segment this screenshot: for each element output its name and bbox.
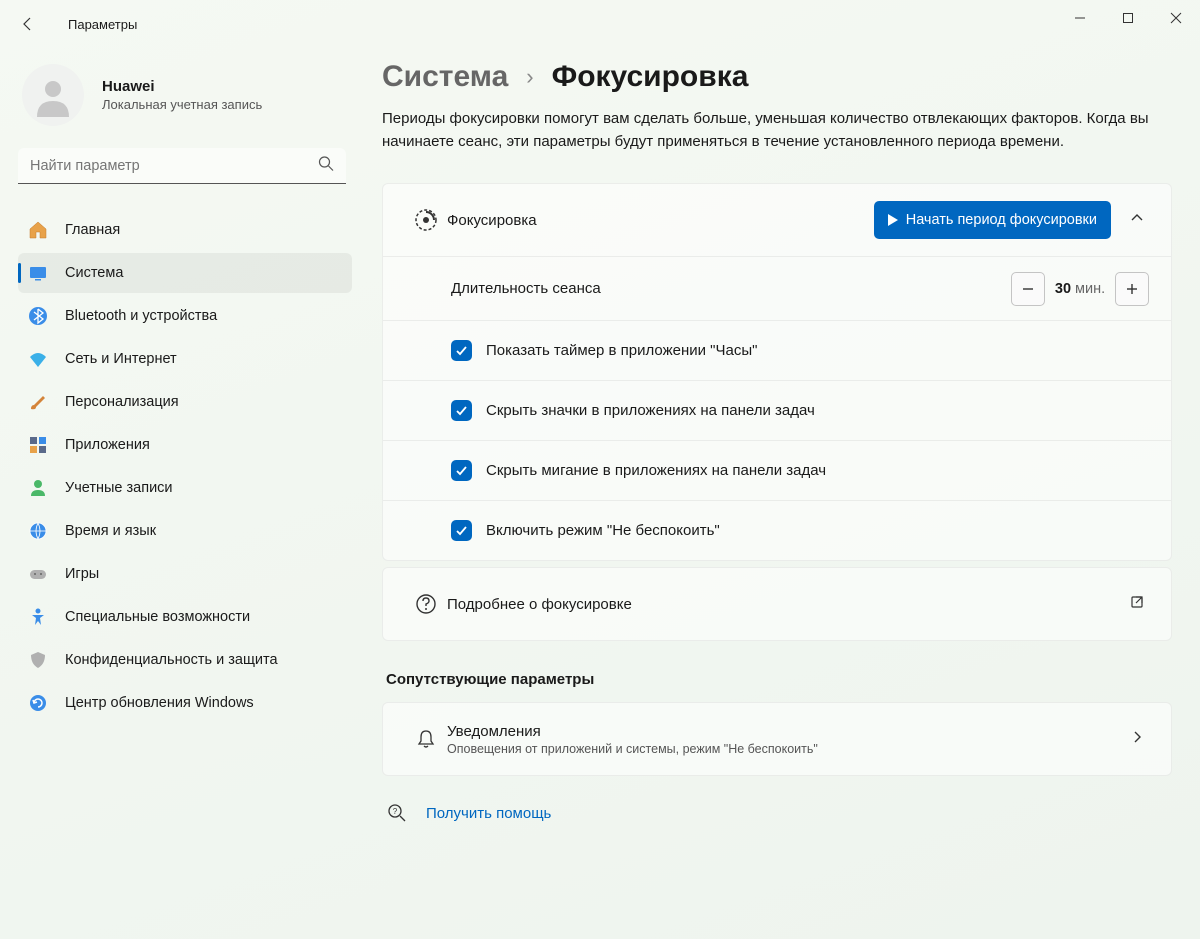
- increment-button[interactable]: [1115, 272, 1149, 306]
- wifi-icon: [28, 349, 48, 369]
- check-row-hide-flashing: Скрыть мигание в приложениях на панели з…: [383, 440, 1171, 500]
- sidebar-item-bluetooth[interactable]: Bluetooth и устройства: [18, 296, 352, 336]
- focus-title: Фокусировка: [447, 212, 874, 229]
- sidebar-item-label: Система: [65, 265, 123, 281]
- notifications-sub: Оповещения от приложений и системы, режи…: [447, 742, 1125, 756]
- system-icon: [28, 263, 48, 283]
- start-focus-button[interactable]: Начать период фокусировки: [874, 201, 1111, 239]
- sidebar-item-label: Bluetooth и устройства: [65, 308, 217, 324]
- sidebar-item-label: Специальные возможности: [65, 609, 250, 625]
- brush-icon: [28, 392, 48, 412]
- chevron-right-icon: [1125, 730, 1149, 749]
- sidebar-item-label: Центр обновления Windows: [65, 695, 254, 711]
- back-button[interactable]: [20, 16, 36, 32]
- breadcrumb: Система › Фокусировка: [382, 60, 1172, 94]
- duration-label: Длительность сеанса: [451, 280, 1011, 297]
- avatar: [22, 64, 84, 126]
- check-label: Скрыть мигание в приложениях на панели з…: [486, 462, 826, 479]
- sidebar-item-personalization[interactable]: Персонализация: [18, 382, 352, 422]
- check-label: Показать таймер в приложении "Часы": [486, 342, 757, 359]
- decrement-button[interactable]: [1011, 272, 1045, 306]
- window-controls: [1056, 0, 1200, 48]
- external-link-icon: [1125, 594, 1149, 615]
- bluetooth-icon: [28, 306, 48, 326]
- nav: Главная Система Bluetooth и устройства С…: [18, 210, 352, 723]
- gamepad-icon: [28, 564, 48, 584]
- duration-value: 30мин.: [1045, 281, 1115, 297]
- sidebar-item-home[interactable]: Главная: [18, 210, 352, 250]
- help-search-icon: ?: [386, 802, 408, 824]
- update-icon: [28, 693, 48, 713]
- sidebar-item-label: Конфиденциальность и защита: [65, 652, 278, 668]
- check-row-hide-badges: Скрыть значки в приложениях на панели за…: [383, 380, 1171, 440]
- play-icon: [888, 214, 898, 226]
- sidebar-item-accessibility[interactable]: Специальные возможности: [18, 597, 352, 637]
- help-icon: [405, 593, 447, 615]
- search-input[interactable]: [18, 148, 346, 184]
- focus-icon: [405, 208, 447, 232]
- check-row-dnd: Включить режим "Не беспокоить": [383, 500, 1171, 560]
- breadcrumb-parent[interactable]: Система: [382, 60, 508, 94]
- sidebar-item-network[interactable]: Сеть и Интернет: [18, 339, 352, 379]
- globe-clock-icon: [28, 521, 48, 541]
- sidebar: Huawei Локальная учетная запись Главная …: [0, 48, 364, 939]
- duration-stepper: 30мин.: [1011, 272, 1149, 306]
- sidebar-item-update[interactable]: Центр обновления Windows: [18, 683, 352, 723]
- check-label: Скрыть значки в приложениях на панели за…: [486, 402, 815, 419]
- home-icon: [28, 220, 48, 240]
- chevron-right-icon: ›: [526, 64, 533, 90]
- duration-row: Длительность сеанса 30мин.: [383, 256, 1171, 320]
- search-box: [18, 148, 346, 184]
- sidebar-item-label: Приложения: [65, 437, 150, 453]
- focus-card: Фокусировка Начать период фокусировки Дл…: [382, 183, 1172, 561]
- person-icon: [28, 478, 48, 498]
- apps-icon: [28, 435, 48, 455]
- minimize-button[interactable]: [1056, 0, 1104, 36]
- sidebar-item-system[interactable]: Система: [18, 253, 352, 293]
- sidebar-item-label: Сеть и Интернет: [65, 351, 177, 367]
- check-row-timer: Показать таймер в приложении "Часы": [383, 320, 1171, 380]
- page-title: Фокусировка: [552, 60, 749, 94]
- close-button[interactable]: [1152, 0, 1200, 36]
- user-sub: Локальная учетная запись: [102, 97, 262, 112]
- content: Система › Фокусировка Периоды фокусировк…: [364, 48, 1200, 939]
- user-name: Huawei: [102, 78, 262, 95]
- learn-more-label: Подробнее о фокусировке: [447, 596, 1125, 613]
- page-description: Периоды фокусировки помогут вам сделать …: [382, 108, 1162, 153]
- chevron-up-icon[interactable]: [1125, 211, 1149, 230]
- notifications-card[interactable]: Уведомления Оповещения от приложений и с…: [382, 702, 1172, 776]
- focus-header-row[interactable]: Фокусировка Начать период фокусировки: [383, 184, 1171, 256]
- svg-text:?: ?: [393, 807, 398, 816]
- title-bar: Параметры: [0, 0, 1200, 48]
- notifications-title: Уведомления: [447, 723, 1125, 740]
- sidebar-item-label: Игры: [65, 566, 99, 582]
- sidebar-item-label: Главная: [65, 222, 120, 238]
- shield-icon: [28, 650, 48, 670]
- related-heading: Сопутствующие параметры: [386, 671, 1172, 688]
- get-help-label: Получить помощь: [426, 805, 551, 822]
- bell-icon: [405, 728, 447, 750]
- sidebar-item-label: Персонализация: [65, 394, 179, 410]
- learn-more-card[interactable]: Подробнее о фокусировке: [382, 567, 1172, 641]
- checkbox-hide-flashing[interactable]: [451, 460, 472, 481]
- sidebar-item-label: Время и язык: [65, 523, 156, 539]
- checkbox-hide-badges[interactable]: [451, 400, 472, 421]
- sidebar-item-apps[interactable]: Приложения: [18, 425, 352, 465]
- sidebar-item-timelang[interactable]: Время и язык: [18, 511, 352, 551]
- sidebar-item-accounts[interactable]: Учетные записи: [18, 468, 352, 508]
- app-title: Параметры: [68, 17, 137, 32]
- start-focus-label: Начать период фокусировки: [906, 212, 1097, 228]
- sidebar-item-label: Учетные записи: [65, 480, 173, 496]
- maximize-button[interactable]: [1104, 0, 1152, 36]
- checkbox-dnd[interactable]: [451, 520, 472, 541]
- sidebar-item-privacy[interactable]: Конфиденциальность и защита: [18, 640, 352, 680]
- accessibility-icon: [28, 607, 48, 627]
- search-icon: [318, 156, 334, 177]
- check-label: Включить режим "Не беспокоить": [486, 522, 720, 539]
- get-help-link[interactable]: ? Получить помощь: [382, 802, 1172, 824]
- checkbox-timer[interactable]: [451, 340, 472, 361]
- user-block[interactable]: Huawei Локальная учетная запись: [18, 64, 352, 126]
- sidebar-item-gaming[interactable]: Игры: [18, 554, 352, 594]
